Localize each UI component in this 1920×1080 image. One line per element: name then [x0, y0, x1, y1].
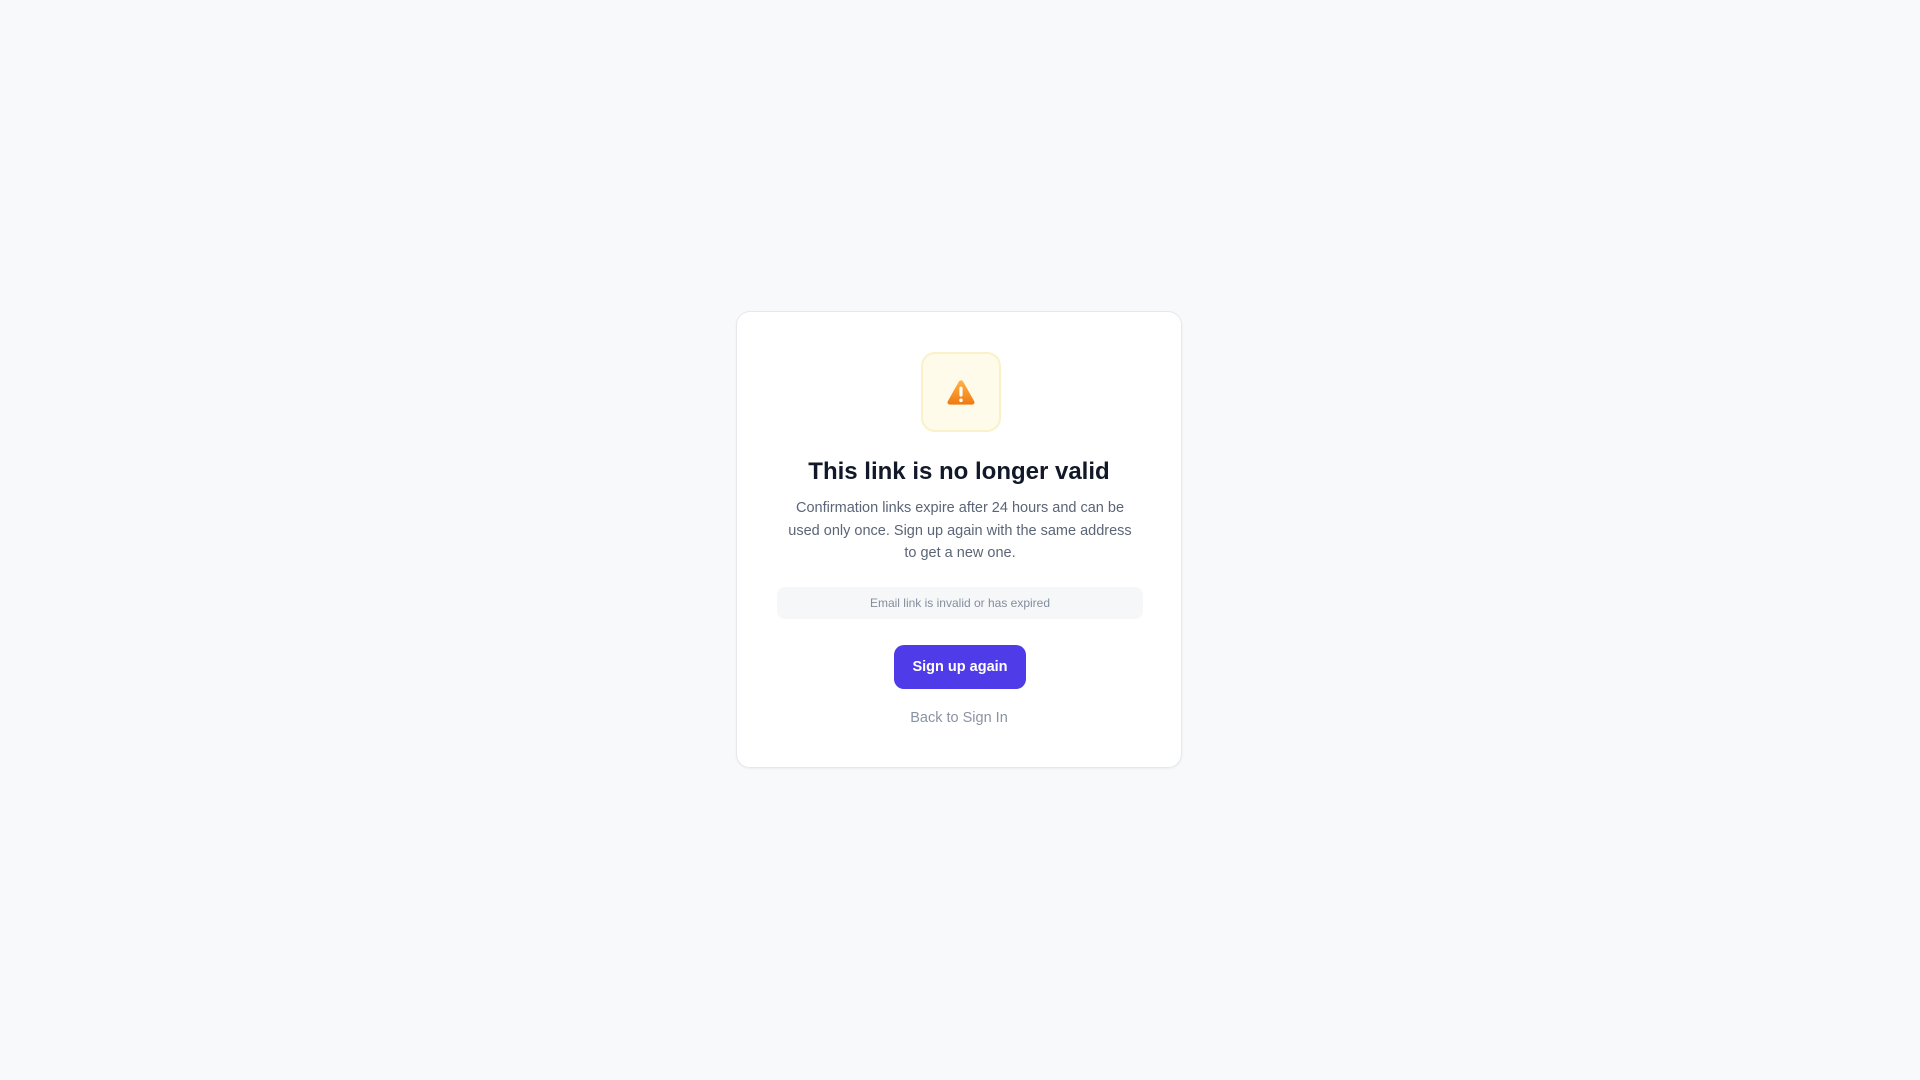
- back-to-sign-in-link[interactable]: Back to Sign In: [737, 708, 1181, 728]
- sign-up-again-button[interactable]: Sign up again: [894, 645, 1026, 689]
- link-expired-card: This link is no longer valid Confirmatio…: [736, 311, 1182, 768]
- error-message: Email link is invalid or has expired: [777, 587, 1143, 619]
- page-title: This link is no longer valid: [808, 458, 1110, 485]
- description-text: Confirmation links expire after 24 hours…: [788, 500, 1132, 561]
- page: This link is no longer valid Confirmatio…: [0, 0, 1920, 1080]
- warning-badge: [921, 352, 1001, 432]
- warning-triangle-icon: [947, 380, 975, 405]
